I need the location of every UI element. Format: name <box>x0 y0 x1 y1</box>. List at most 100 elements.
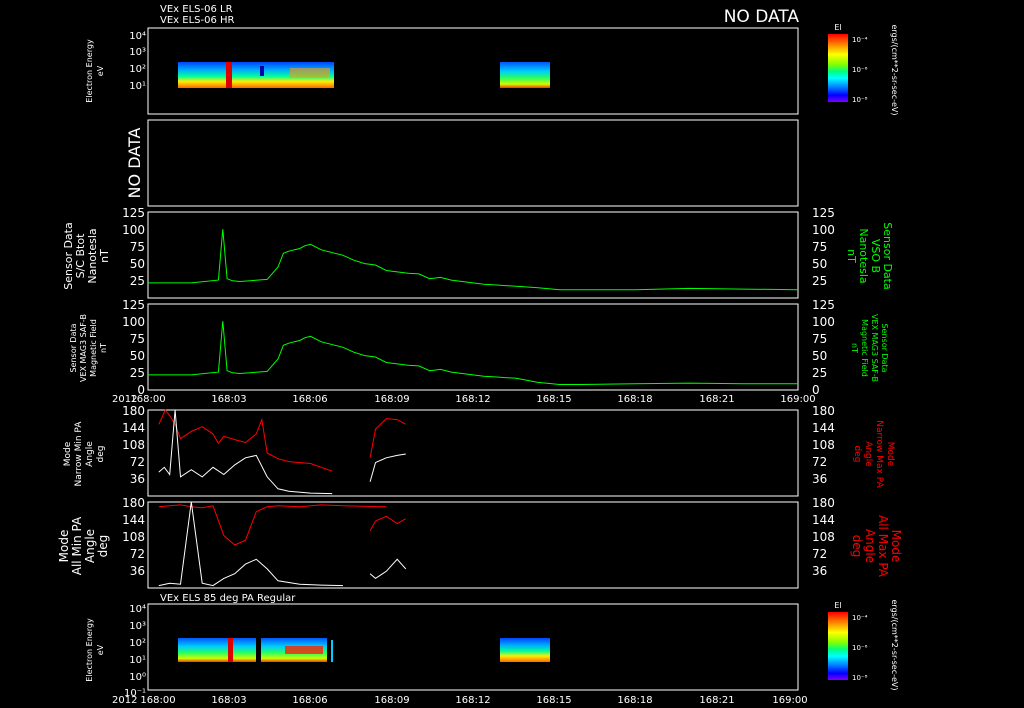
els-ylabel: Electron Energy <box>85 39 94 103</box>
mag-ytick-25: 25 <box>130 366 145 380</box>
narrow-rtick-72: 72 <box>812 455 827 469</box>
narrow-rtick-108: 108 <box>812 438 835 452</box>
btot-rtick-100: 100 <box>812 223 835 237</box>
els-spectrogram-block-2 <box>500 62 550 88</box>
colorbar-1 <box>828 34 848 102</box>
s-c-btot-series-line <box>148 229 799 291</box>
narrow-yticks-right: 180 144 108 72 36 <box>812 404 835 486</box>
pa85-block-1 <box>178 638 256 662</box>
mag-ytick-75: 75 <box>130 332 145 346</box>
btot-ylabel-4: nT <box>98 249 111 263</box>
narrow-pa-series-1-segment-0 <box>158 409 333 495</box>
colorbar-2 <box>828 612 848 680</box>
mag-rlabel-2: VEX MAG3 SAF-B <box>870 314 879 382</box>
els-spectrogram-gap <box>260 66 264 76</box>
colorbar-2-mid: 10⁻⁶ <box>852 644 868 652</box>
mag-ylabel-3: Magnetic Field <box>89 319 98 377</box>
panel-allpa-frame <box>147 501 799 589</box>
allpa-rlabel-4: deg <box>850 535 864 558</box>
time-tick-1-8: 169:00 <box>780 394 815 405</box>
panel-nodata-frame <box>147 119 799 207</box>
narrow-pa-series-0-segment-1 <box>369 418 407 458</box>
allpa-ytick-144: 144 <box>122 513 145 527</box>
narrow-ytick-72: 72 <box>130 455 145 469</box>
allpa-rlabel-1: Mode <box>889 530 903 563</box>
btot-ytick-125: 125 <box>122 206 145 220</box>
narrow-rtick-36: 36 <box>812 472 827 486</box>
btot-ytick-100: 100 <box>122 223 145 237</box>
els-ytick-2: 10² <box>129 64 146 75</box>
colorbar-1-top: 10⁻⁴ <box>852 36 868 44</box>
mag-rtick-125: 125 <box>812 298 835 312</box>
allpa-rlabel-3: Angle <box>863 529 877 563</box>
pa85-sliver <box>331 640 333 662</box>
all-pa-series-1-segment-0 <box>158 501 344 587</box>
time-tick-2-8: 169:00 <box>772 695 807 706</box>
narrow-rtick-144: 144 <box>812 421 835 435</box>
time-tick-2-7: 168:21 <box>699 695 734 706</box>
mag-rtick-100: 100 <box>812 315 835 329</box>
narrow-rlabel-3: Angle <box>863 441 873 467</box>
pa85-ytick-3: 10³ <box>129 621 146 632</box>
header-no-data: NO DATA <box>724 7 800 27</box>
header-line2: VEx ELS-06 HR <box>160 15 235 26</box>
header-line1: VEx ELS-06 LR <box>160 4 233 15</box>
els-ytick-4: 10⁴ <box>129 31 146 42</box>
btot-ytick-25: 25 <box>130 274 145 288</box>
colorbar-1-bottom: 10⁻⁸ <box>852 96 868 104</box>
btot-rtick-50: 50 <box>812 257 827 271</box>
time-tick-1-7: 168:21 <box>699 394 734 405</box>
allpa-rtick-144: 144 <box>812 513 835 527</box>
mag-yticks-right: 125 100 75 50 25 0 <box>812 298 835 397</box>
colorbar-1-label: El <box>834 23 841 32</box>
pa85-ytick-1: 10¹ <box>129 655 146 666</box>
data-lines <box>148 229 799 587</box>
narrow-ytick-144: 144 <box>122 421 145 435</box>
allpa-ylabel-1: Mode <box>57 530 71 563</box>
pa85-title: VEx ELS 85 deg PA Regular <box>160 593 296 604</box>
mag-yticks-left: 125 100 75 50 25 0 <box>122 298 145 397</box>
mag-rtick-50: 50 <box>812 349 827 363</box>
allpa-yticks-right: 180 144 108 72 36 <box>812 496 835 578</box>
time-year-2: 2012 <box>112 695 137 706</box>
panel2-no-data: NO DATA <box>125 128 144 199</box>
mag-ytick-125: 125 <box>122 298 145 312</box>
time-tick-1-5: 168:15 <box>536 394 571 405</box>
btot-rtick-25: 25 <box>812 274 827 288</box>
pa85-ytick-4: 10⁴ <box>129 604 146 615</box>
allpa-rtick-36: 36 <box>812 564 827 578</box>
allpa-rtick-72: 72 <box>812 547 827 561</box>
colorbar-2-bottom: 10⁻⁸ <box>852 674 868 682</box>
allpa-ytick-180: 180 <box>122 496 145 510</box>
mag-rtick-25: 25 <box>812 366 827 380</box>
mag-ytick-100: 100 <box>122 315 145 329</box>
narrow-rlabel-2: Narrow Max PA <box>874 420 884 488</box>
narrow-ylabel-2: Narrow Min PA <box>74 421 84 487</box>
narrow-ytick-108: 108 <box>122 438 145 452</box>
btot-rlabel-4: nT <box>845 249 858 263</box>
mag-ylabel-4: nT <box>99 343 108 353</box>
allpa-rtick-180: 180 <box>812 496 835 510</box>
btot-rtick-75: 75 <box>812 240 827 254</box>
panel-mag-frame <box>147 303 799 391</box>
pa85-peak <box>228 638 233 662</box>
mag-ylabel-2: VEX MAG3 SAF-B <box>79 314 88 382</box>
btot-ytick-75: 75 <box>130 240 145 254</box>
els-yunit: eV <box>96 65 105 76</box>
colorbar-1-unit: ergs/(cm**2-sr-sec-eV) <box>890 24 899 115</box>
narrow-rlabel-1: Mode <box>885 442 895 467</box>
btot-yticks-left: 125 100 75 50 25 <box>122 206 145 288</box>
btot-ytick-50: 50 <box>130 257 145 271</box>
time-tick-2-6: 168:18 <box>617 695 652 706</box>
narrow-ytick-180: 180 <box>122 404 145 418</box>
els-spectrogram-peak <box>226 62 232 88</box>
time-tick-1-3: 168:09 <box>374 394 409 405</box>
mag-ylabel-1: Sensor Data <box>69 323 78 372</box>
mag-rtick-75: 75 <box>812 332 827 346</box>
mag-rlabel-4: nT <box>850 343 859 353</box>
narrow-ylabel-1: Mode <box>63 441 73 466</box>
narrow-ylabel-4: deg <box>96 446 106 463</box>
time-tick-1-2: 168:06 <box>292 394 327 405</box>
allpa-ylabel-2: All Min PA <box>70 516 84 575</box>
time-tick-1-4: 168:12 <box>455 394 490 405</box>
